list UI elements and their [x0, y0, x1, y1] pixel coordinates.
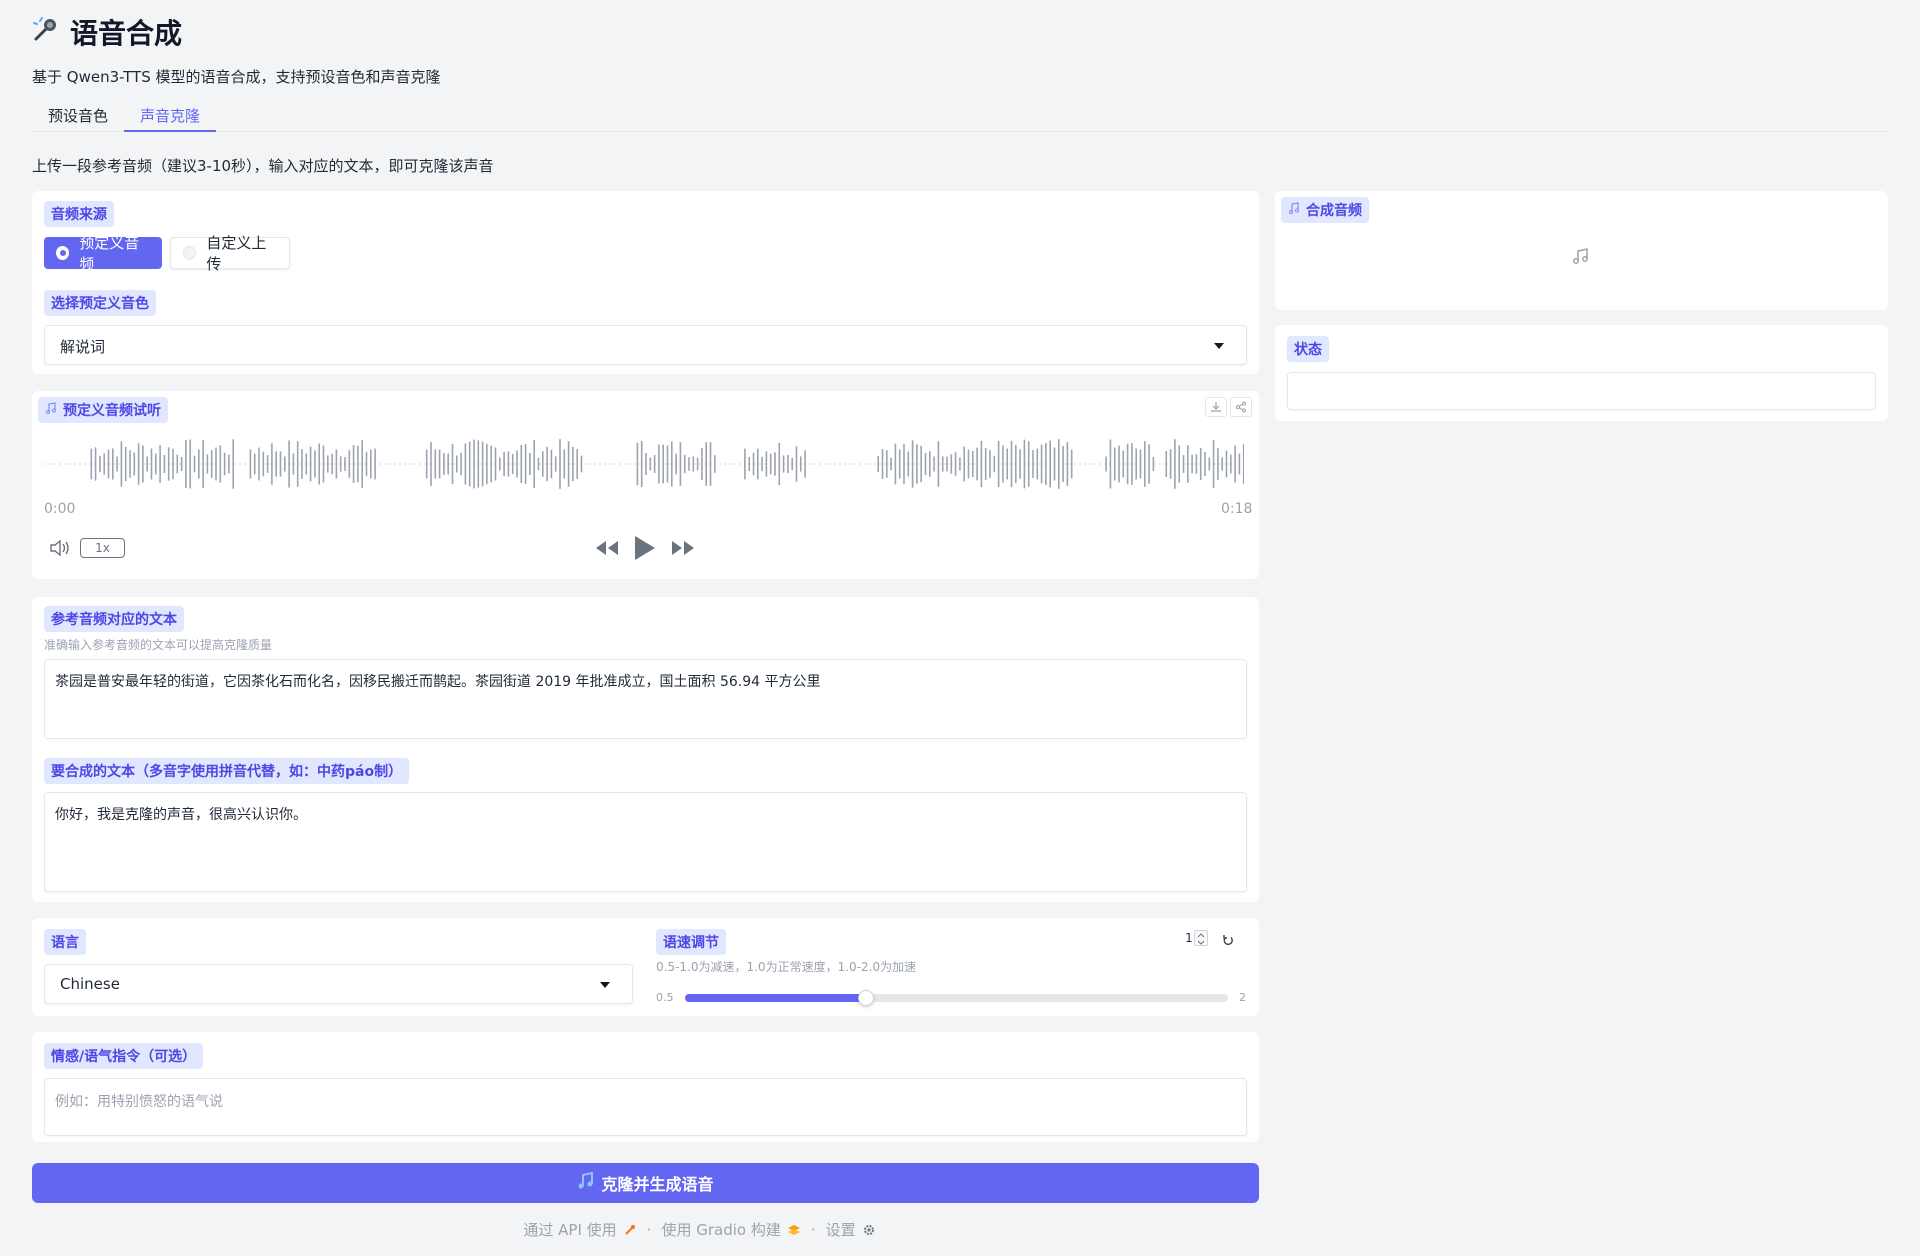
status-textbox[interactable]: [1287, 372, 1876, 410]
page-subtitle: 基于 Qwen3-TTS 模型的语音合成，支持预设音色和声音克隆: [32, 68, 441, 86]
slider-fill: [685, 994, 866, 1002]
footer-settings-link[interactable]: 设置: [826, 1219, 876, 1240]
output-audio-panel: 合成音频: [1275, 191, 1888, 310]
status-panel: 状态: [1275, 325, 1888, 421]
speed-stepper[interactable]: [1194, 930, 1208, 946]
share-icon[interactable]: [1230, 397, 1252, 417]
tab-preset-voice[interactable]: 预设音色: [32, 104, 124, 132]
target-text-value: 你好，我是克隆的声音，很高兴认识你。: [55, 807, 307, 823]
chevron-down-icon: [600, 982, 610, 988]
chevron-down-icon: [1214, 343, 1224, 349]
page-title: 语音合成: [32, 14, 182, 50]
ref-text-value: 茶园是普安最年轻的街道，它因茶化石而化名，因移民搬迁而鹊起。茶园街道 2019 …: [55, 674, 821, 690]
rocket-icon: [623, 1223, 637, 1237]
footer: 通过 API 使用 · 使用 Gradio 构建 · 设置: [0, 1219, 1259, 1240]
speed-slider[interactable]: [685, 990, 1228, 1006]
gradio-logo-icon: [787, 1223, 801, 1237]
audio-source-label: 音频来源: [44, 201, 114, 227]
instruction-panel: 情感/语气指令（可选） 例如：用特别愤怒的语气说: [32, 1032, 1259, 1142]
tab-voice-clone[interactable]: 声音克隆: [124, 104, 217, 132]
language-dropdown[interactable]: Chinese: [44, 964, 633, 1004]
slider-min-label: 0.5: [656, 991, 674, 1004]
footer-gradio-link[interactable]: 使用 Gradio 构建: [661, 1219, 800, 1240]
app-header: 语音合成: [32, 14, 182, 50]
radio-dot: [56, 246, 70, 260]
audio-waveform[interactable]: [44, 434, 1244, 494]
tab-bar: 预设音色 声音克隆: [32, 104, 1888, 132]
clone-description: 上传一段参考音频（建议3-10秒），输入对应的文本，即可克隆该声音: [32, 157, 494, 175]
audio-source-panel: 音频来源 预定义音频 自定义上传 选择预定义音色 解说词: [32, 191, 1259, 374]
ref-text-label: 参考音频对应的文本: [44, 606, 184, 632]
target-text-textarea[interactable]: 你好，我是克隆的声音，很高兴认识你。: [44, 792, 1247, 892]
time-start: 0:00: [44, 501, 76, 517]
text-input-panel: 参考音频对应的文本 准确输入参考音频的文本可以提高克隆质量 茶园是普安最年轻的街…: [32, 597, 1259, 902]
time-end: 0:18: [1221, 501, 1253, 517]
language-label: 语言: [44, 929, 86, 955]
play-icon[interactable]: [634, 535, 656, 565]
rewind-icon[interactable]: [595, 540, 619, 560]
ref-text-info: 准确输入参考音频的文本可以提高克隆质量: [44, 638, 273, 652]
target-text-label: 要合成的文本（多音字使用拼音代替，如：中药páo制）: [44, 758, 410, 784]
instruction-textarea[interactable]: 例如：用特别愤怒的语气说: [44, 1078, 1247, 1136]
radio-predefined-audio[interactable]: 预定义音频: [44, 234, 162, 273]
radio-dot: [183, 246, 197, 260]
footer-api-link[interactable]: 通过 API 使用: [523, 1219, 636, 1240]
instruction-placeholder: 例如：用特别愤怒的语气说: [55, 1094, 223, 1110]
footer-separator: ·: [810, 1220, 816, 1239]
output-audio-label: 合成音频: [1281, 197, 1369, 223]
speed-info: 0.5-1.0为减速，1.0为正常速度，1.0-2.0为加速: [656, 960, 917, 974]
fast-forward-icon[interactable]: [671, 540, 695, 560]
empty-audio-icon: [1571, 246, 1591, 270]
music-note-icon: [577, 1171, 595, 1194]
slider-thumb[interactable]: [858, 990, 874, 1006]
gear-icon: [862, 1223, 876, 1237]
footer-separator: ·: [646, 1220, 652, 1239]
clone-generate-button[interactable]: 克隆并生成语音: [32, 1163, 1259, 1203]
microphone-icon: [32, 15, 60, 50]
ref-text-textarea[interactable]: 茶园是普安最年轻的街道，它因茶化石而化名，因移民搬迁而鹊起。茶园街道 2019 …: [44, 659, 1247, 739]
page-title-text: 语音合成: [70, 17, 183, 50]
predefined-voice-label: 选择预定义音色: [44, 290, 156, 316]
instruction-label: 情感/语气指令（可选）: [44, 1043, 204, 1069]
reset-icon[interactable]: [1222, 931, 1234, 950]
music-note-icon: [45, 402, 57, 418]
music-note-icon: [1288, 202, 1300, 218]
playback-speed-button[interactable]: 1x: [80, 538, 125, 558]
speed-label: 语速调节: [656, 929, 726, 955]
slider-max-label: 2: [1239, 991, 1246, 1004]
radio-custom-upload[interactable]: 自定义上传: [170, 234, 290, 273]
volume-icon[interactable]: [49, 539, 71, 561]
audio-preview-label: 预定义音频试听: [38, 397, 168, 423]
predefined-voice-dropdown[interactable]: 解说词: [44, 325, 1247, 365]
status-label: 状态: [1287, 336, 1329, 362]
predefined-voice-value: 解说词: [60, 338, 106, 356]
language-value: Chinese: [60, 975, 120, 993]
download-icon[interactable]: [1205, 397, 1227, 417]
